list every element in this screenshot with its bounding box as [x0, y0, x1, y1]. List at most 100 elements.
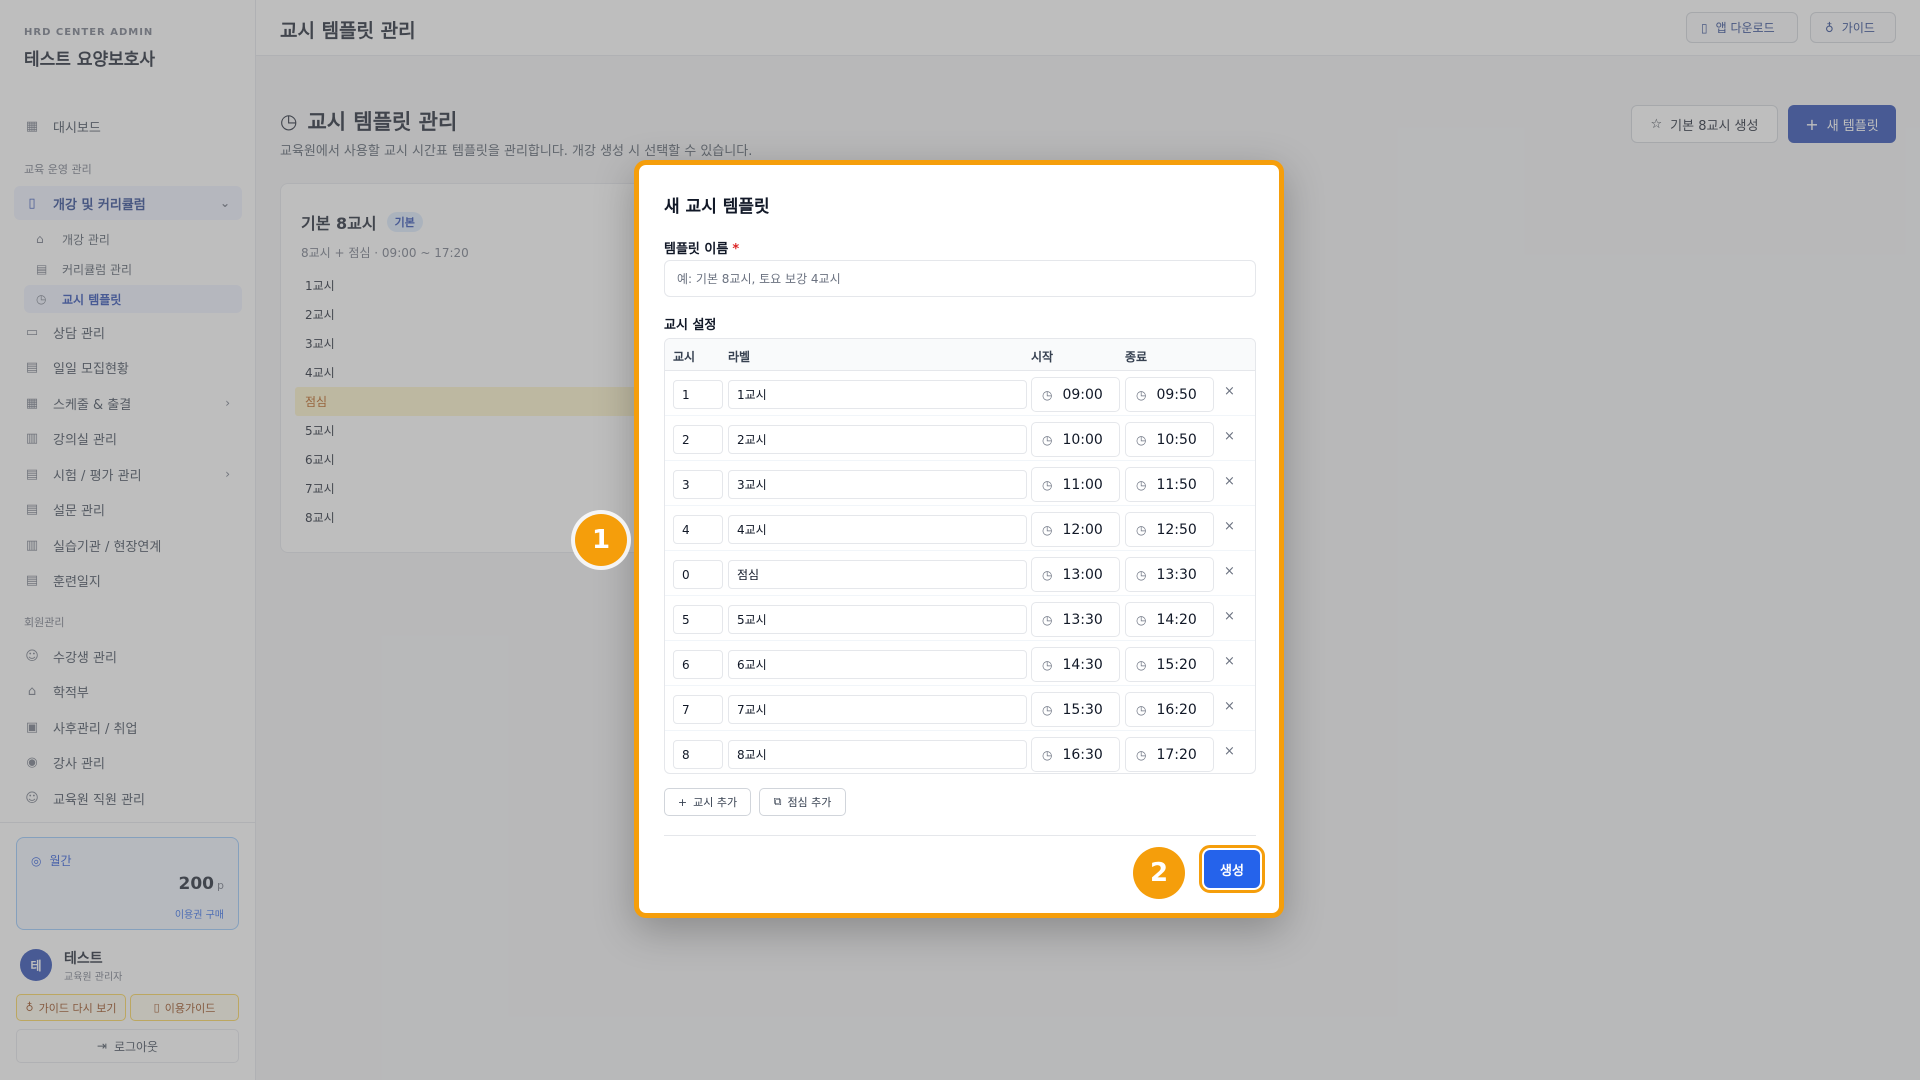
- time-value: 12:50: [1156, 521, 1197, 538]
- end-time-input[interactable]: ◷ 15:20: [1125, 647, 1214, 682]
- remove-row-icon[interactable]: ×: [1224, 474, 1235, 489]
- end-time-input[interactable]: ◷ 11:50: [1125, 467, 1214, 502]
- start-time-input[interactable]: ◷ 13:30: [1031, 602, 1120, 637]
- clock-icon: ◷: [1136, 747, 1147, 762]
- remove-row-icon[interactable]: ×: [1224, 564, 1235, 579]
- table-row: 1 1교시 ◷ 09:00 ◷ 09:50 ×: [665, 371, 1255, 416]
- time-value: 16:30: [1062, 746, 1103, 763]
- clock-icon: ◷: [1042, 432, 1053, 447]
- start-time-input[interactable]: ◷ 10:00: [1031, 422, 1120, 457]
- period-number-input[interactable]: 0: [673, 560, 723, 589]
- period-label-input[interactable]: 8교시: [728, 740, 1027, 769]
- table-row: 3 3교시 ◷ 11:00 ◷ 11:50 ×: [665, 461, 1255, 506]
- time-value: 10:00: [1062, 431, 1103, 448]
- period-label-input[interactable]: 점심: [728, 560, 1027, 589]
- time-value: 16:20: [1156, 701, 1197, 718]
- period-label-input[interactable]: 7교시: [728, 695, 1027, 724]
- remove-row-icon[interactable]: ×: [1224, 519, 1235, 534]
- remove-row-icon[interactable]: ×: [1224, 654, 1235, 669]
- time-value: 10:50: [1156, 431, 1197, 448]
- end-time-input[interactable]: ◷ 13:30: [1125, 557, 1214, 592]
- table-row: 7 7교시 ◷ 15:30 ◷ 16:20 ×: [665, 686, 1255, 731]
- remove-row-icon[interactable]: ×: [1224, 384, 1235, 399]
- table-row: 0 점심 ◷ 13:00 ◷ 13:30 ×: [665, 551, 1255, 596]
- remove-row-icon[interactable]: ×: [1224, 429, 1235, 444]
- period-number-input[interactable]: 6: [673, 650, 723, 679]
- period-number-input[interactable]: 5: [673, 605, 723, 634]
- table-row: 5 5교시 ◷ 13:30 ◷ 14:20 ×: [665, 596, 1255, 641]
- end-time-input[interactable]: ◷ 14:20: [1125, 602, 1214, 637]
- clock-icon: ◷: [1136, 522, 1147, 537]
- period-label-input[interactable]: 4교시: [728, 515, 1027, 544]
- table-row: 6 6교시 ◷ 14:30 ◷ 15:20 ×: [665, 641, 1255, 686]
- clock-icon: ◷: [1136, 432, 1147, 447]
- period-label-input[interactable]: 5교시: [728, 605, 1027, 634]
- clock-icon: ◷: [1042, 387, 1053, 402]
- clock-icon: ◷: [1042, 657, 1053, 672]
- clock-icon: ◷: [1136, 612, 1147, 627]
- period-number-input[interactable]: 4: [673, 515, 723, 544]
- start-time-input[interactable]: ◷ 16:30: [1031, 737, 1120, 772]
- template-name-label: 템플릿 이름 *: [664, 238, 739, 257]
- col-start: 시작: [1031, 350, 1054, 364]
- step-marker-2: 2: [1133, 847, 1185, 899]
- start-time-input[interactable]: ◷ 12:00: [1031, 512, 1120, 547]
- add-period-button[interactable]: + 교시 추가: [664, 788, 751, 816]
- period-table: 교시 라벨 시작 종료 1 1교시 ◷ 09:00 ◷ 09:50 × 2 2교시 ◷ 10:00 ◷…: [664, 338, 1256, 774]
- period-table-header: 교시 라벨 시작 종료: [665, 339, 1255, 371]
- new-template-modal: 새 교시 템플릿 템플릿 이름* 교시 설정 교시 라벨 시작 종료 11교시◷…: [634, 160, 1284, 918]
- start-time-input[interactable]: ◷ 14:30: [1031, 647, 1120, 682]
- end-time-input[interactable]: ◷ 17:20: [1125, 737, 1214, 772]
- period-number-input[interactable]: 1: [673, 380, 723, 409]
- clock-icon: ◷: [1136, 657, 1147, 672]
- period-label-input[interactable]: 2교시: [728, 425, 1027, 454]
- clock-icon: ◷: [1042, 612, 1053, 627]
- clock-icon: ◷: [1042, 702, 1053, 717]
- time-value: 13:30: [1062, 611, 1103, 628]
- time-value: 09:00: [1062, 386, 1103, 403]
- end-time-input[interactable]: ◷ 10:50: [1125, 422, 1214, 457]
- end-time-input[interactable]: ◷ 09:50: [1125, 377, 1214, 412]
- copy-icon: ⧉: [773, 795, 782, 808]
- end-time-input[interactable]: ◷ 16:20: [1125, 692, 1214, 727]
- add-lunch-button[interactable]: ⧉ 점심 추가: [759, 788, 846, 816]
- table-row: 4 4교시 ◷ 12:00 ◷ 12:50 ×: [665, 506, 1255, 551]
- modal-title: 새 교시 템플릿: [664, 197, 770, 217]
- label-text: 템플릿 이름: [664, 242, 729, 257]
- clock-icon: ◷: [1136, 702, 1147, 717]
- time-value: 15:20: [1156, 656, 1197, 673]
- required-marker: *: [732, 242, 740, 257]
- col-label: 라벨: [728, 350, 751, 364]
- modal-divider: [664, 835, 1256, 836]
- end-time-input[interactable]: ◷ 12:50: [1125, 512, 1214, 547]
- col-end: 종료: [1125, 350, 1148, 364]
- time-value: 14:20: [1156, 611, 1197, 628]
- template-name-input[interactable]: [664, 260, 1256, 297]
- start-time-input[interactable]: ◷ 09:00: [1031, 377, 1120, 412]
- time-value: 12:00: [1062, 521, 1103, 538]
- remove-row-icon[interactable]: ×: [1224, 609, 1235, 624]
- time-value: 13:30: [1156, 566, 1197, 583]
- period-label-input[interactable]: 3교시: [728, 470, 1027, 499]
- period-number-input[interactable]: 7: [673, 695, 723, 724]
- start-time-input[interactable]: ◷ 11:00: [1031, 467, 1120, 502]
- clock-icon: ◷: [1042, 567, 1053, 582]
- period-label-input[interactable]: 6교시: [728, 650, 1027, 679]
- button-label: 점심 추가: [787, 796, 832, 809]
- period-number-input[interactable]: 8: [673, 740, 723, 769]
- start-time-input[interactable]: ◷ 15:30: [1031, 692, 1120, 727]
- clock-icon: ◷: [1042, 477, 1053, 492]
- remove-row-icon[interactable]: ×: [1224, 744, 1235, 759]
- table-row: 8 8교시 ◷ 16:30 ◷ 17:20 ×: [665, 731, 1255, 773]
- period-label-input[interactable]: 1교시: [728, 380, 1027, 409]
- plus-icon: +: [677, 795, 688, 809]
- time-value: 09:50: [1156, 386, 1197, 403]
- remove-row-icon[interactable]: ×: [1224, 699, 1235, 714]
- col-period: 교시: [673, 350, 696, 364]
- period-settings-label: 교시 설정: [664, 318, 717, 333]
- create-button[interactable]: 생성: [1199, 845, 1265, 893]
- period-number-input[interactable]: 2: [673, 425, 723, 454]
- period-number-input[interactable]: 3: [673, 470, 723, 499]
- start-time-input[interactable]: ◷ 13:00: [1031, 557, 1120, 592]
- time-value: 17:20: [1156, 746, 1197, 763]
